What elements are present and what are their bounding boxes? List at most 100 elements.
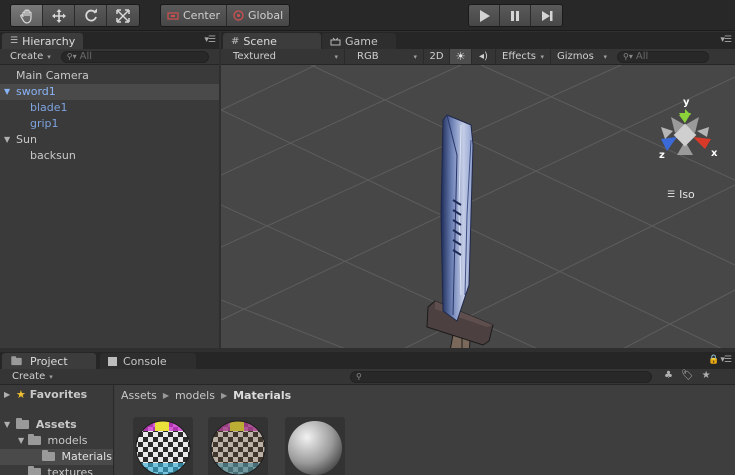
hierarchy-item-main-camera[interactable]: Main Camera bbox=[0, 68, 219, 84]
projection-mode-toggle[interactable]: ☰ Iso bbox=[667, 188, 695, 201]
folder-icon bbox=[16, 418, 29, 429]
chevron-down-icon: ▾ bbox=[334, 52, 338, 61]
play-controls bbox=[468, 4, 563, 27]
tab-hierarchy[interactable]: ☰ Hierarchy bbox=[2, 33, 84, 49]
project-create-dropdown[interactable]: Create ▾ bbox=[0, 369, 59, 384]
scale-tool-button[interactable] bbox=[107, 5, 139, 26]
hierarchy-search-input[interactable]: ⚲▾ All bbox=[60, 50, 209, 63]
tab-scene[interactable]: # Scene bbox=[223, 33, 321, 49]
hierarchy-item-sword1[interactable]: ▼ sword1 bbox=[0, 84, 219, 100]
rotate-tool-button[interactable] bbox=[75, 5, 107, 26]
effects-dropdown[interactable]: Effects ▾ bbox=[496, 49, 551, 64]
scene-tabbar: # Scene Game ▾☰ bbox=[221, 32, 735, 49]
project-asset-view: Assets ▶ models ▶ Materials bbox=[115, 385, 735, 475]
console-icon bbox=[108, 356, 117, 366]
breadcrumb-item[interactable]: Materials bbox=[233, 389, 291, 402]
breadcrumb-item[interactable]: models bbox=[175, 389, 215, 402]
hierarchy-item-label: sword1 bbox=[16, 85, 56, 98]
scene-panel-menu-icon[interactable]: ▾☰ bbox=[720, 35, 732, 45]
project-filter-buttons: ♣ 🏷 ★ bbox=[664, 370, 711, 381]
expand-arrow-icon[interactable]: ▶ bbox=[4, 387, 10, 403]
hand-tool-button[interactable] bbox=[11, 5, 43, 26]
gizmo-z-label: z bbox=[659, 150, 665, 161]
scene-grid bbox=[221, 65, 735, 348]
move-tool-button[interactable] bbox=[43, 5, 75, 26]
expand-arrow-icon[interactable]: ▼ bbox=[4, 417, 10, 433]
pivot-controls: Center Global bbox=[160, 4, 291, 27]
filter-by-type-icon[interactable]: ♣ bbox=[664, 370, 673, 381]
shading-mode-dropdown[interactable]: Textured ▾ bbox=[221, 49, 345, 64]
hierarchy-search-placeholder: All bbox=[79, 51, 93, 62]
project-panel: Project Console 🔒 ▾☰ Create ▾ ⚲ ♣ 🏷 ★ ▶ … bbox=[0, 352, 735, 475]
models-label: models bbox=[47, 434, 88, 447]
material-thumbnail[interactable] bbox=[285, 417, 345, 475]
orientation-gizmo[interactable]: y x z bbox=[659, 97, 718, 161]
step-icon bbox=[541, 10, 552, 21]
hierarchy-item-blade1[interactable]: blade1 bbox=[0, 100, 219, 116]
tree-item-assets[interactable]: ▼ Assets bbox=[0, 417, 113, 433]
expand-arrow-icon[interactable]: ▼ bbox=[4, 132, 10, 148]
space-label: Global bbox=[248, 9, 284, 22]
tree-item-favorites[interactable]: ▶ ★ Favorites bbox=[0, 387, 113, 403]
chevron-down-icon: ▾ bbox=[413, 52, 417, 61]
gizmo-x-label: x bbox=[711, 148, 718, 159]
scene-viewport[interactable]: y x z ☰ Iso bbox=[221, 65, 735, 348]
materials-label: Materials bbox=[61, 450, 112, 463]
rotate-icon bbox=[84, 8, 97, 21]
expand-arrow-icon[interactable]: ▼ bbox=[4, 84, 10, 100]
move-arrows-icon bbox=[51, 8, 66, 23]
favorites-star-icon: ★ bbox=[16, 388, 26, 401]
tree-item-textures[interactable]: textures bbox=[0, 465, 113, 475]
hand-icon bbox=[19, 8, 32, 24]
filter-by-label-icon[interactable]: 🏷 bbox=[681, 370, 694, 381]
folder-icon bbox=[28, 434, 41, 445]
tree-item-models[interactable]: ▼ models bbox=[0, 433, 113, 449]
hierarchy-item-backsun[interactable]: backsun bbox=[0, 148, 219, 164]
toggle-2d-button[interactable]: 2D bbox=[424, 49, 450, 64]
play-button[interactable] bbox=[469, 5, 500, 26]
folder-icon bbox=[42, 450, 55, 461]
transform-tools bbox=[10, 4, 140, 27]
tab-console[interactable]: Console bbox=[100, 353, 196, 369]
project-panel-menu-icon[interactable]: 🔒 ▾☰ bbox=[708, 355, 732, 365]
grey-sphere-icon bbox=[288, 421, 342, 475]
hierarchy-create-dropdown[interactable]: Create ▾ bbox=[0, 49, 57, 64]
hierarchy-panel-menu-icon[interactable]: ▾☰ bbox=[204, 35, 216, 45]
scene-view[interactable]: y x z bbox=[221, 65, 735, 348]
chevron-down-icon: ▾ bbox=[47, 52, 51, 61]
space-global-toggle[interactable]: Global bbox=[227, 5, 289, 26]
chevron-right-icon: ▶ bbox=[162, 391, 169, 400]
folder-icon bbox=[11, 355, 22, 365]
gizmos-dropdown[interactable]: Gizmos ▾ bbox=[551, 49, 613, 64]
material-thumbnail[interactable] bbox=[208, 417, 268, 475]
hierarchy-item-sun[interactable]: ▼ Sun bbox=[0, 132, 219, 148]
material-thumbnail[interactable] bbox=[133, 417, 193, 475]
game-tab-label: Game bbox=[345, 34, 378, 48]
scene-tab-label: Scene bbox=[243, 34, 277, 48]
step-button[interactable] bbox=[531, 5, 562, 26]
hierarchy-toolbar: Create ▾ ⚲▾ All bbox=[0, 49, 219, 65]
hierarchy-create-label: Create bbox=[10, 51, 44, 62]
tab-game[interactable]: Game bbox=[322, 33, 396, 49]
tab-project[interactable]: Project bbox=[2, 353, 96, 369]
scene-lighting-toggle[interactable]: ☀ bbox=[450, 49, 472, 64]
project-create-label: Create bbox=[12, 371, 46, 382]
shading-mode-label: Textured bbox=[233, 51, 276, 62]
pause-button[interactable] bbox=[500, 5, 531, 26]
checker-sphere-icon bbox=[210, 420, 266, 475]
pivot-center-toggle[interactable]: Center bbox=[161, 5, 228, 26]
expand-arrow-icon[interactable]: ▼ bbox=[18, 433, 24, 449]
hierarchy-item-label: backsun bbox=[30, 149, 76, 162]
scene-panel: # Scene Game ▾☰ Textured ▾ RGB ▾ 2D ☀ ◂)… bbox=[221, 32, 735, 348]
assets-label: Assets bbox=[35, 418, 77, 431]
tree-item-materials[interactable]: Materials bbox=[0, 449, 113, 465]
play-icon bbox=[480, 9, 490, 22]
hierarchy-item-grip1[interactable]: grip1 bbox=[0, 116, 219, 132]
project-search-input[interactable]: ⚲ bbox=[350, 370, 652, 383]
scene-search-input[interactable]: ⚲▾ All bbox=[617, 50, 709, 63]
sword-model[interactable] bbox=[426, 114, 494, 348]
scene-audio-toggle[interactable]: ◂) bbox=[472, 49, 496, 64]
breadcrumb-item[interactable]: Assets bbox=[121, 389, 157, 402]
favorite-star-icon[interactable]: ★ bbox=[702, 370, 711, 381]
render-mode-dropdown[interactable]: RGB ▾ bbox=[345, 49, 424, 64]
